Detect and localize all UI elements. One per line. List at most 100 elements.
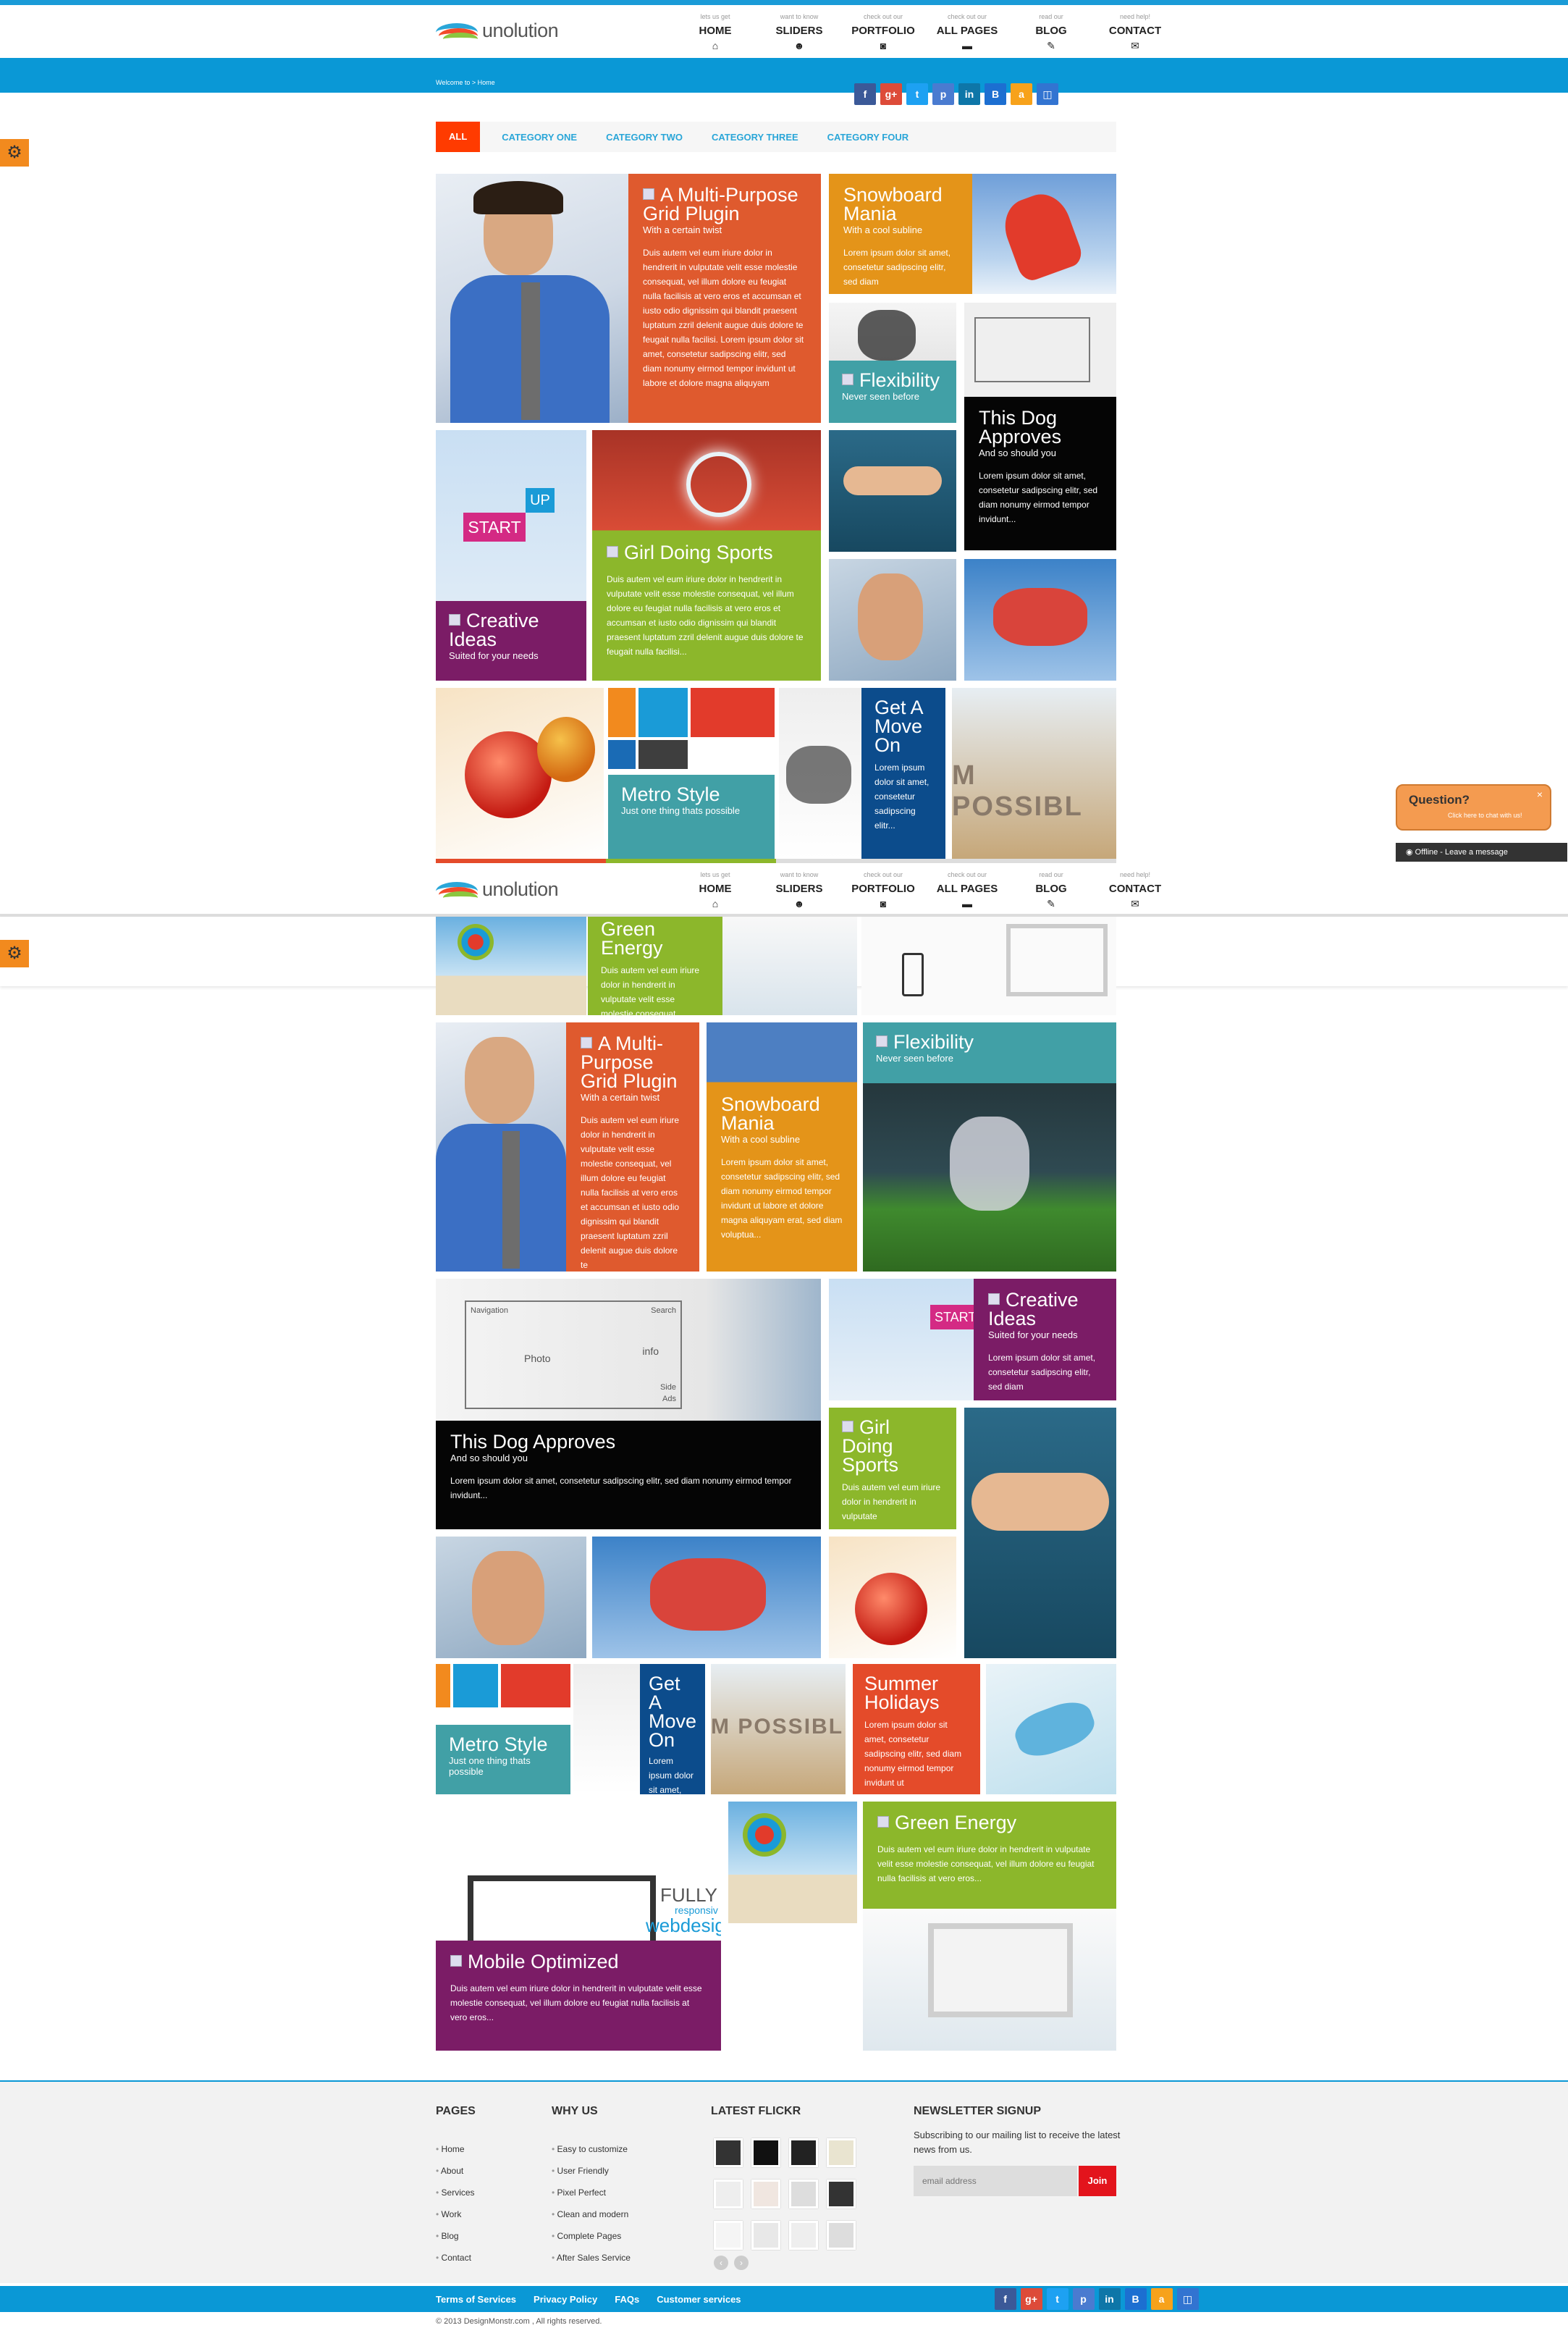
close-icon[interactable]: × [1537, 789, 1543, 800]
facebook-icon[interactable]: f [854, 83, 876, 105]
breakout-photo[interactable] [779, 688, 861, 859]
imac-photo[interactable] [863, 1909, 1116, 2051]
flickr-thumbnail[interactable] [827, 2221, 856, 2250]
site-logo[interactable]: unolution [436, 19, 559, 42]
creative-ideas-tile[interactable]: START UP Creative Ideas Suited for your … [436, 430, 586, 681]
offline-bar[interactable]: ◉ Offline - Leave a message [1396, 843, 1567, 862]
mobile-optimized-tile[interactable]: Mobile Optimized Duis autem vel eum iriu… [436, 1941, 721, 2051]
veiled-woman-photo[interactable] [829, 430, 956, 552]
breakout-photo-2[interactable] [573, 1664, 640, 1794]
orange-icon[interactable]: a [1011, 83, 1032, 105]
chat-widget[interactable]: Question? Click here to chat with us! × [1396, 784, 1551, 831]
filter-category-one[interactable]: CATEGORY ONE [502, 132, 577, 143]
man-photo-tile[interactable] [436, 174, 628, 423]
flickr-thumbnail[interactable] [827, 2138, 856, 2167]
veiled-woman-photo-2[interactable] [964, 1408, 1116, 1658]
twitter-icon[interactable]: t [906, 83, 928, 105]
man-portrait-photo-2[interactable] [436, 1537, 586, 1658]
pinterest-icon[interactable]: p [932, 83, 954, 105]
flickr-thumbnail[interactable] [751, 2221, 780, 2250]
footer-why-link[interactable]: Easy to customize [552, 2138, 631, 2160]
impossible-photo[interactable]: M POSSIBL [952, 688, 1116, 859]
footer-why-link[interactable]: Pixel Perfect [552, 2182, 631, 2203]
flickr-thumbnail[interactable] [789, 2221, 818, 2250]
nav-home[interactable]: lets us get HOME ⌂ [673, 13, 757, 52]
flexibility-tile[interactable]: Flexibility Never seen before [829, 303, 956, 423]
flickr-thumbnail[interactable] [789, 2180, 818, 2208]
googleplus-icon[interactable]: g+ [880, 83, 902, 105]
multi-purpose-tile-2[interactable]: A Multi-Purpose Grid Plugin With a certa… [566, 1022, 699, 1272]
sketch-photo-tile[interactable] [964, 303, 1116, 397]
footer-page-link[interactable]: Home [436, 2138, 475, 2160]
dog-approves-tile[interactable]: This Dog Approves And so should you Lore… [964, 397, 1116, 550]
footer-page-link[interactable]: About [436, 2160, 475, 2182]
orange-icon[interactable]: a [1150, 2288, 1173, 2310]
flickr-thumbnail[interactable] [714, 2138, 743, 2167]
delicious-icon[interactable]: ◫ [1037, 83, 1058, 105]
linkedin-icon[interactable]: in [958, 83, 980, 105]
green-energy-tile[interactable]: Green Energy Duis autem vel eum iriure d… [588, 917, 722, 1015]
blogger-icon[interactable]: B [1124, 2288, 1147, 2310]
snowboarder-photo-tile[interactable] [972, 174, 1116, 294]
screens-photo[interactable] [722, 917, 857, 1015]
apples-photo-2[interactable] [829, 1537, 956, 1658]
footer-bottom-link[interactable]: Customer services [657, 2294, 741, 2305]
flickr-thumbnail[interactable] [789, 2138, 818, 2167]
email-field[interactable] [914, 2166, 1077, 2196]
footer-bottom-link[interactable]: Privacy Policy [534, 2294, 597, 2305]
flickr-thumbnail[interactable] [751, 2138, 780, 2167]
footer-page-link[interactable]: Work [436, 2203, 475, 2225]
nav-sliders[interactable]: want to know SLIDERS ☻ [757, 13, 841, 52]
impossible-photo-2[interactable]: M POSSIBL [711, 1664, 846, 1794]
get-a-move-tile-2[interactable]: Get A Move On Lorem ipsum dolor sit amet… [640, 1664, 705, 1794]
nav-home[interactable]: lets us get HOME ⌂ [673, 871, 757, 910]
filter-category-four[interactable]: CATEGORY FOUR [827, 132, 909, 143]
man-portrait-photo[interactable] [829, 559, 956, 681]
blogger-icon[interactable]: B [985, 83, 1006, 105]
filter-category-three[interactable]: CATEGORY THREE [712, 132, 798, 143]
start-up-photo[interactable]: START [829, 1279, 974, 1400]
footer-page-link[interactable]: Services [436, 2182, 475, 2203]
snowboard-tile-2[interactable]: Snowboard Mania With a cool subline Lore… [707, 1022, 857, 1272]
water-photo[interactable] [986, 1664, 1116, 1794]
snowboard-tile[interactable]: Snowboard Mania With a cool subline Lore… [829, 174, 972, 294]
nav-blog[interactable]: read our BLOG ✎ [1009, 13, 1093, 52]
filter-category-two[interactable]: CATEGORY TWO [606, 132, 683, 143]
skydivers-photo[interactable] [964, 559, 1116, 681]
pinterest-icon[interactable]: p [1072, 2288, 1095, 2310]
join-button[interactable]: Join [1079, 2166, 1116, 2196]
filter-all[interactable]: ALL [436, 122, 481, 152]
sticky-logo[interactable]: unolution [436, 878, 559, 901]
footer-bottom-link[interactable]: FAQs [615, 2294, 639, 2305]
footer-why-link[interactable]: After Sales Service [552, 2247, 631, 2269]
footer-why-link[interactable]: Clean and modern [552, 2203, 631, 2225]
metro-style-tile-2[interactable]: Metro Style Just one thing thats possibl… [436, 1664, 570, 1794]
nav-contact[interactable]: need help! CONTACT ✉ [1093, 13, 1177, 52]
twitter-icon[interactable]: t [1046, 2288, 1068, 2310]
nav-all-pages[interactable]: check out our ALL PAGES ▬ [925, 13, 1009, 52]
balloons-photo-2[interactable] [728, 1802, 857, 1923]
girl-sports-tile[interactable]: Girl Doing Sports Duis autem vel eum iri… [592, 430, 821, 681]
next-arrow-icon[interactable]: › [734, 2256, 749, 2270]
footer-page-link[interactable]: Contact [436, 2247, 475, 2269]
settings-gear-icon[interactable]: ⚙ [0, 940, 29, 967]
footer-why-link[interactable]: Complete Pages [552, 2225, 631, 2247]
footer-bottom-link[interactable]: Terms of Services [436, 2294, 516, 2305]
summer-holidays-tile[interactable]: Summer Holidays Lorem ipsum dolor sit am… [853, 1664, 980, 1794]
linkedin-icon[interactable]: in [1098, 2288, 1121, 2310]
facebook-icon[interactable]: f [994, 2288, 1016, 2310]
nav-all-pages[interactable]: check out our ALL PAGES ▬ [925, 871, 1009, 910]
flickr-thumbnail[interactable] [827, 2180, 856, 2208]
footer-why-link[interactable]: User Friendly [552, 2160, 631, 2182]
fully-responsive-photo[interactable]: FULLY responsiv webdesign [436, 1875, 721, 1941]
get-a-move-tile[interactable]: Get A Move On Lorem ipsum dolor sit amet… [861, 688, 945, 859]
flickr-thumbnail[interactable] [714, 2221, 743, 2250]
multi-purpose-tile[interactable]: A Multi-Purpose Grid Plugin With a certa… [628, 174, 821, 423]
dog-approves-tile-2[interactable]: This Dog Approves And so should you Lore… [436, 1421, 821, 1529]
man-photo-tile-2[interactable] [436, 1022, 566, 1272]
creative-ideas-tile-2[interactable]: Creative Ideas Suited for your needs Lor… [974, 1279, 1116, 1400]
flickr-thumbnail[interactable] [714, 2180, 743, 2208]
nav-blog[interactable]: read our BLOG ✎ [1009, 871, 1093, 910]
metro-style-tile[interactable]: Metro Style Just one thing thats possibl… [608, 688, 775, 859]
sketch-photo-tile-2[interactable]: Navigation Search Photo info Side Ads [436, 1279, 821, 1421]
